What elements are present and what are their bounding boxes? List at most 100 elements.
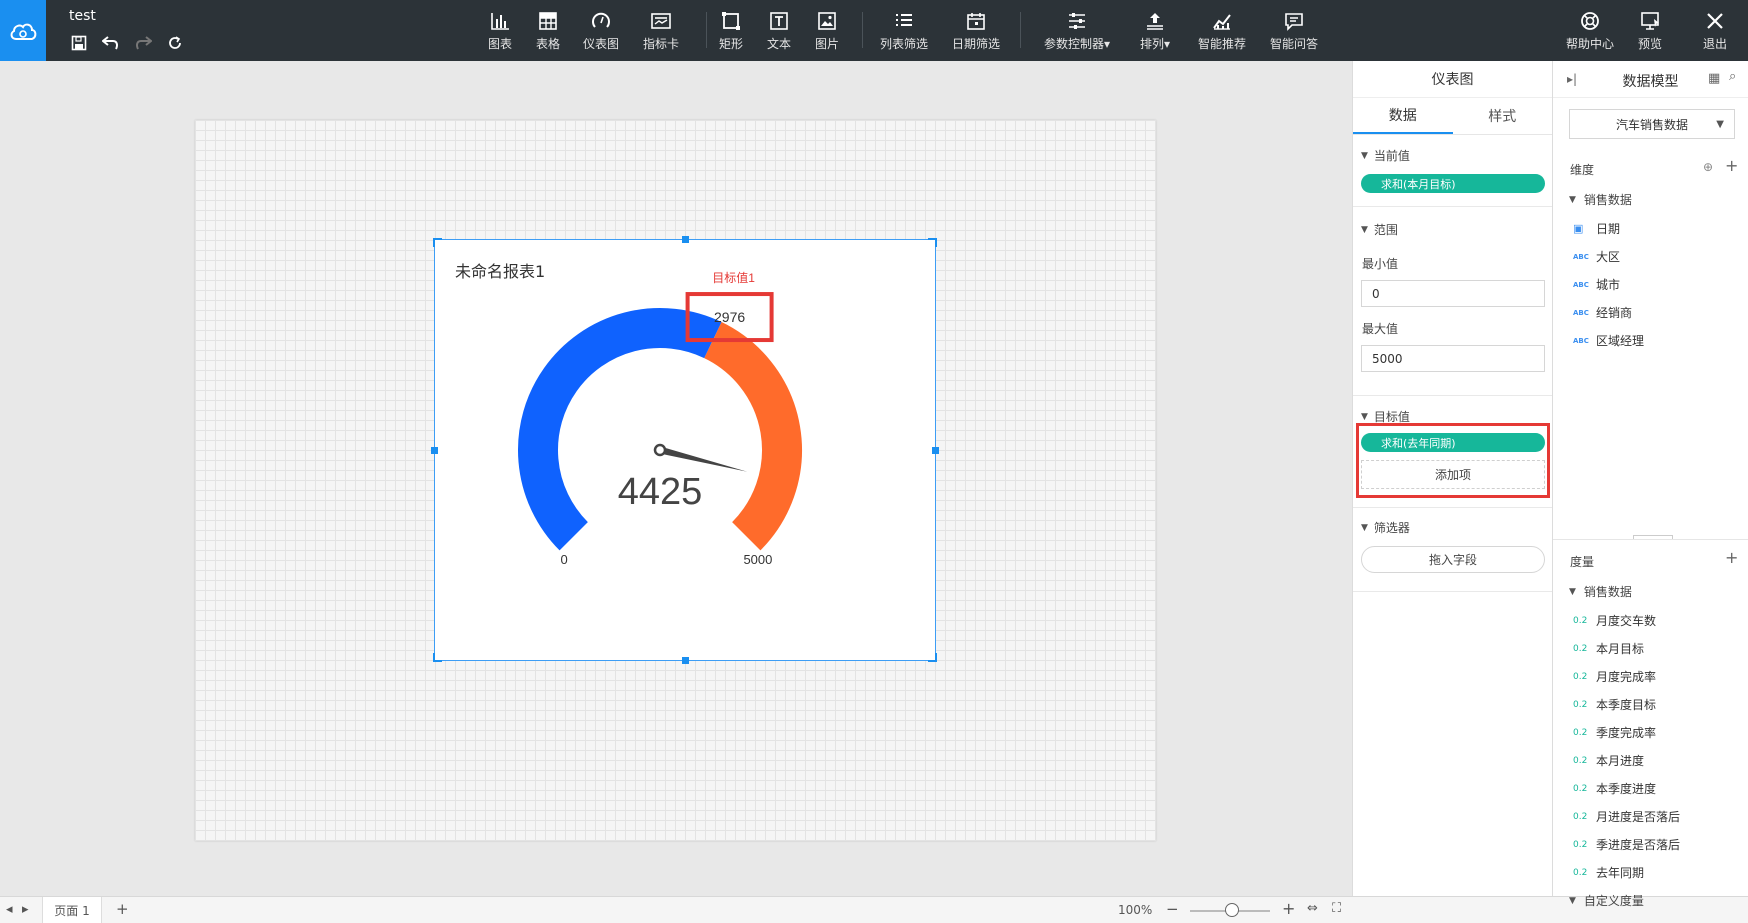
globe-icon[interactable]: ⊕ — [1703, 160, 1713, 174]
measure-item[interactable]: 0.2 本季度目标 — [1573, 696, 1656, 713]
item-label: 经销商 — [1596, 306, 1633, 320]
kpi-card-icon — [651, 13, 671, 29]
measure-item[interactable]: 0.2 去年同期 — [1573, 864, 1644, 881]
param-control-icon — [1069, 13, 1085, 29]
dimension-item[interactable]: ABC 区域经理 — [1573, 332, 1644, 349]
section-current-value[interactable]: ▼ 当前值 — [1361, 147, 1410, 164]
tab-data[interactable]: 数据 — [1353, 98, 1453, 134]
toolbar-label: 图片 — [814, 37, 839, 51]
dimension-item[interactable]: ▣ 日期 — [1573, 220, 1620, 237]
resize-handle[interactable] — [682, 236, 689, 243]
resize-handle[interactable] — [433, 238, 442, 247]
tab-style[interactable]: 样式 — [1453, 98, 1553, 134]
zoom-in-icon[interactable]: + — [1282, 899, 1295, 918]
measure-item[interactable]: 0.2 季度完成率 — [1573, 724, 1656, 741]
item-label: 去年同期 — [1596, 866, 1645, 880]
arrange-icon — [1147, 13, 1163, 30]
custom-measure-group[interactable]: ▼ 自定义度量 — [1569, 892, 1644, 909]
toolbar-help-center[interactable]: 帮助中心 — [1558, 10, 1622, 52]
toolbar-preview[interactable]: 预览 — [1618, 10, 1682, 52]
item-label: 大区 — [1596, 250, 1621, 264]
toolbar-smart-qa[interactable]: 智能问答 — [1262, 10, 1326, 52]
toolbar-kpi-card[interactable]: 指标卡 — [629, 10, 693, 52]
gauge-widget[interactable]: 未命名报表1 4425 0 5000 目标值1 2976 — [431, 236, 939, 664]
item-label: 本季度目标 — [1596, 698, 1657, 712]
search-icon[interactable]: ⌕ — [1729, 69, 1736, 84]
undo-icon[interactable] — [100, 33, 122, 53]
grid-icon[interactable]: ▦ — [1708, 71, 1720, 86]
refresh-icon[interactable] — [164, 33, 186, 53]
chevron-down-icon: ▼ — [1361, 224, 1368, 235]
calendar-icon: ▣ — [1573, 222, 1584, 235]
resize-handle[interactable] — [928, 238, 937, 247]
toolbar-arrange[interactable]: 排列▾ — [1123, 10, 1187, 52]
close-icon — [1707, 13, 1723, 29]
item-label: 季度完成率 — [1596, 726, 1657, 740]
section-title: 筛选器 — [1373, 521, 1410, 535]
toolbar-label: 仪表图 — [582, 37, 619, 51]
dataset-select-value: 汽车销售数据 — [1615, 117, 1688, 132]
chevron-down-icon: ▼ — [1361, 522, 1368, 533]
measure-item[interactable]: 0.2 月度完成率 — [1573, 668, 1656, 685]
dimension-group[interactable]: ▼ 销售数据 — [1569, 191, 1632, 208]
measure-group[interactable]: ▼ 销售数据 — [1569, 583, 1632, 600]
toolbar-smart-recommend[interactable]: 智能推荐 — [1190, 10, 1254, 52]
measure-item[interactable]: 0.2 月进度是否落后 — [1573, 808, 1680, 825]
zoom-out-icon[interactable]: − — [1166, 900, 1179, 918]
redo-icon[interactable] — [132, 33, 154, 53]
chevron-down-icon: ▼ — [1716, 118, 1724, 130]
toolbar-param-control[interactable]: 参数控制器▾ — [1044, 10, 1110, 52]
max-value-input[interactable]: 5000 — [1361, 345, 1545, 372]
resize-handle[interactable] — [928, 653, 937, 662]
add-measure-icon[interactable]: + — [1725, 548, 1738, 567]
fit-screen-icon[interactable]: ⛶ — [1332, 901, 1341, 916]
section-range[interactable]: ▼ 范围 — [1361, 221, 1398, 238]
gauge-max-label: 5000 — [743, 552, 772, 567]
resize-handle[interactable] — [431, 447, 438, 454]
number-type-icon: 0.2 — [1573, 699, 1588, 710]
zoom-level: 100% — [1118, 903, 1153, 917]
resize-handle[interactable] — [682, 657, 689, 664]
measure-item[interactable]: 0.2 本月进度 — [1573, 752, 1644, 769]
zoom-slider-handle[interactable] — [1224, 903, 1239, 917]
filter-drop-zone[interactable]: 拖入字段 — [1361, 546, 1545, 573]
number-type-icon: 0.2 — [1573, 867, 1588, 878]
measure-item[interactable]: 0.2 本月目标 — [1573, 640, 1644, 657]
section-filter[interactable]: ▼ 筛选器 — [1361, 519, 1410, 536]
save-icon[interactable] — [68, 33, 90, 53]
toolbar-label: 排列▾ — [1139, 37, 1171, 51]
min-value-input[interactable]: 0 — [1361, 280, 1545, 307]
next-page-icon[interactable]: ▸ — [22, 902, 29, 917]
dataset-select[interactable]: 汽车销售数据 ▼ — [1569, 109, 1735, 139]
toolbar-image[interactable]: 图片 — [795, 10, 859, 52]
dimension-item[interactable]: ABC 城市 — [1573, 276, 1620, 293]
toolbar-label: 帮助中心 — [1565, 37, 1614, 51]
add-page-button[interactable]: + — [116, 900, 129, 918]
number-type-icon: 0.2 — [1573, 643, 1588, 654]
current-value-field-pill[interactable]: 求和(本月目标) — [1361, 174, 1545, 193]
cloud-logo-icon[interactable] — [0, 0, 46, 61]
toolbar-date-filter[interactable]: 日期筛选 — [944, 10, 1008, 52]
resize-handle[interactable] — [932, 447, 939, 454]
toolbar-gauge[interactable]: 仪表图 — [569, 10, 633, 52]
toolbar-exit[interactable]: 退出 — [1683, 10, 1747, 52]
toolbar-list-filter[interactable]: 列表筛选 — [872, 10, 936, 52]
toolbar-label: 文本 — [766, 37, 791, 51]
dimension-item[interactable]: ABC 经销商 — [1573, 304, 1632, 321]
gauge-min-label: 0 — [560, 552, 567, 567]
measure-item[interactable]: 0.2 月度交车数 — [1573, 612, 1656, 629]
number-type-icon: 0.2 — [1573, 671, 1588, 682]
gauge-arc-remaining — [703, 322, 802, 551]
preview-icon — [1641, 12, 1659, 30]
number-type-icon: 0.2 — [1573, 755, 1588, 766]
measure-item[interactable]: 0.2 本季度进度 — [1573, 780, 1656, 797]
dimension-item[interactable]: ABC 大区 — [1573, 248, 1620, 265]
add-dimension-icon[interactable]: + — [1725, 156, 1738, 175]
prev-page-icon[interactable]: ◂ — [6, 902, 13, 917]
fit-width-icon[interactable]: ⇔ — [1307, 901, 1318, 916]
resize-handle[interactable] — [433, 653, 442, 662]
page-tab[interactable]: 页面 1 — [42, 897, 102, 923]
number-type-icon: 0.2 — [1573, 811, 1588, 822]
measure-item[interactable]: 0.2 季进度是否落后 — [1573, 836, 1680, 853]
gauge-chart: 4425 0 5000 目标值1 2976 — [518, 270, 802, 567]
